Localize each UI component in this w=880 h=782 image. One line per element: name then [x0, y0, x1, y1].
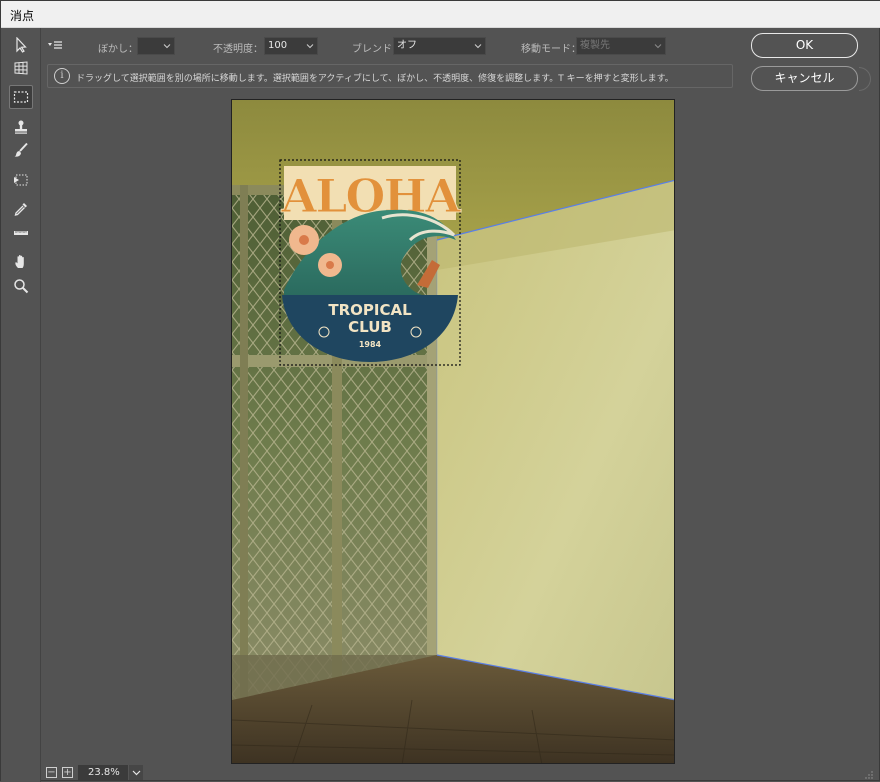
chevron-down-icon [474, 44, 482, 49]
dashed-rect-icon [13, 91, 29, 103]
artwork-line1: TROPICAL [328, 301, 412, 319]
zoom-tool[interactable] [9, 274, 33, 298]
resize-grip-icon[interactable] [865, 771, 873, 779]
brush-icon [14, 142, 28, 157]
info-bar: i ドラッグして選択範囲を別の場所に移動します。選択範囲をアクティブにして、ぼか… [47, 64, 733, 88]
status-bar: − + 23.8% [42, 763, 876, 782]
measure-tool[interactable] [9, 221, 33, 245]
stamp-tool[interactable] [9, 115, 33, 139]
zoom-in-button[interactable]: + [62, 767, 73, 778]
transform-tool[interactable] [9, 168, 33, 192]
ruler-icon [14, 231, 28, 235]
grid-plane-icon [14, 61, 28, 75]
info-icon: i [54, 68, 70, 84]
stamp-icon [15, 120, 27, 134]
artwork-year: 1984 [359, 340, 382, 349]
move-mode-value: 複製先 [580, 40, 610, 51]
title-bar[interactable]: 消点 [1, 1, 880, 28]
move-mode-label: 移動モード： [521, 44, 581, 55]
edit-plane-tool[interactable] [9, 33, 33, 57]
chevron-down-icon [163, 44, 171, 49]
opacity-label: 不透明度： [213, 44, 263, 55]
marquee-tool[interactable] [9, 85, 33, 109]
ok-button[interactable]: OK [751, 33, 858, 58]
brush-tool[interactable] [9, 138, 33, 162]
transform-icon [14, 174, 28, 186]
cancel-button-arc [859, 67, 871, 91]
magnifier-icon [14, 279, 29, 294]
chevron-down-icon [306, 44, 314, 49]
artwork-line2: CLUB [348, 318, 392, 336]
aloha-artwork[interactable]: ALOHA TROPICAL CLUB 1984 [279, 159, 464, 366]
vanishing-point-dialog: 消点 ぼかし： 不透明度： 100 ブレンド： オフ 移動モード： 複製先 i … [0, 0, 880, 782]
eyedropper-icon [14, 203, 27, 216]
info-message: ドラッグして選択範囲を別の場所に移動します。選択範囲をアクティブにして、ぼかし、… [76, 74, 674, 84]
move-mode-select[interactable]: 複製先 [576, 37, 666, 55]
window-title: 消点 [10, 9, 35, 23]
opacity-select[interactable]: 100 [264, 37, 318, 55]
chevron-down-icon [132, 770, 141, 776]
zoom-dropdown[interactable] [128, 765, 143, 780]
create-plane-tool[interactable] [9, 56, 33, 80]
cancel-button[interactable]: キャンセル [751, 66, 858, 91]
hand-icon [15, 255, 24, 268]
hand-tool[interactable] [9, 250, 33, 274]
eyedropper-tool[interactable] [9, 197, 33, 221]
feather-label: ぼかし： [98, 44, 138, 55]
feather-select[interactable] [137, 37, 175, 55]
options-bar: ぼかし： 不透明度： 100 ブレンド： オフ 移動モード： 複製先 [42, 28, 742, 64]
menu-list-icon[interactable] [48, 41, 62, 50]
chevron-down-icon [654, 44, 662, 49]
blend-select[interactable]: オフ [393, 37, 486, 55]
opacity-value: 100 [268, 40, 288, 51]
zoom-out-button[interactable]: − [46, 767, 57, 778]
room-photo[interactable]: ALOHA TROPICAL CLUB 1984 [231, 99, 675, 764]
blend-value: オフ [397, 40, 417, 51]
tool-panel [1, 28, 41, 782]
arrow-cursor-icon [16, 37, 27, 53]
